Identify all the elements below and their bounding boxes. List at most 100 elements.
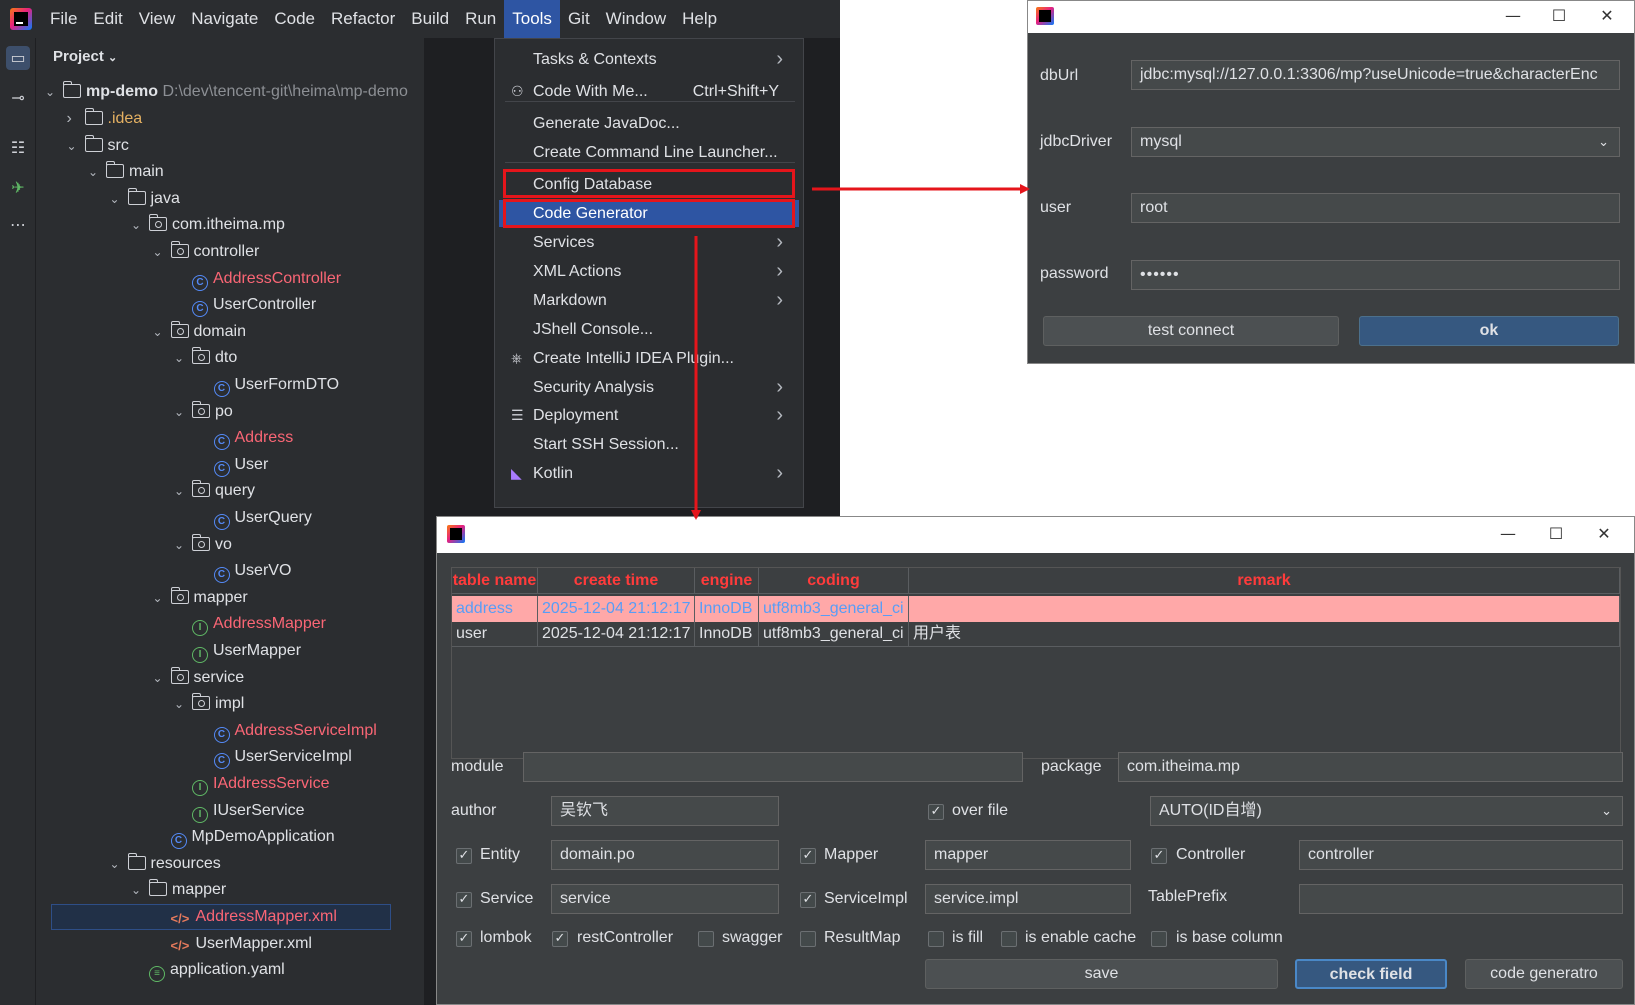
cell-create-time[interactable]: 2025-12-04 21:12:17 bbox=[538, 621, 695, 647]
tree-item[interactable]: ⌄ com.itheima.mp bbox=[131, 211, 285, 238]
column-header-remark[interactable]: remark bbox=[909, 568, 1620, 594]
minimize-icon[interactable]: — bbox=[1485, 519, 1531, 551]
chevron-down-icon[interactable]: ⌄ bbox=[153, 585, 171, 612]
tools-menu-item[interactable]: Markdown › bbox=[499, 287, 799, 314]
tree-item[interactable]: C AddressServiceImpl bbox=[196, 717, 377, 744]
chevron-down-icon[interactable]: ⌄ bbox=[174, 478, 192, 505]
cell-coding[interactable]: utf8mb3_general_ci bbox=[759, 621, 909, 647]
tree-item[interactable]: I AddressMapper bbox=[174, 610, 326, 637]
tools-menu-item[interactable]: XML Actions › bbox=[499, 258, 799, 285]
cell-create-time[interactable]: 2025-12-04 21:12:17 bbox=[538, 596, 695, 622]
service-input[interactable]: service bbox=[551, 884, 779, 914]
maximize-icon[interactable]: ☐ bbox=[1533, 519, 1579, 551]
maximize-icon[interactable]: ☐ bbox=[1536, 1, 1582, 33]
menu-refactor[interactable]: Refactor bbox=[323, 0, 403, 38]
mapper-input[interactable]: mapper bbox=[925, 840, 1131, 870]
ok-button[interactable]: ok bbox=[1359, 316, 1619, 346]
tree-item[interactable]: </> AddressMapper.xml bbox=[153, 903, 337, 930]
entity-input[interactable]: domain.po bbox=[551, 840, 779, 870]
cell-table-name[interactable]: address bbox=[452, 596, 538, 622]
chevron-right-icon[interactable]: › bbox=[67, 105, 85, 132]
code-generate-button[interactable]: code generatro bbox=[1465, 959, 1623, 989]
cell-engine[interactable]: InnoDB bbox=[695, 621, 759, 647]
tree-item[interactable]: ⌄ query bbox=[174, 477, 255, 504]
tree-item[interactable]: C User bbox=[196, 451, 268, 478]
check-field-button[interactable]: check field bbox=[1295, 959, 1447, 989]
controller-checkbox[interactable]: ✓ bbox=[1151, 848, 1167, 864]
chevron-down-icon[interactable]: ⌄ bbox=[153, 665, 171, 692]
tree-item[interactable]: C UserController bbox=[174, 291, 316, 318]
chevron-down-icon[interactable]: ⌄ bbox=[45, 79, 63, 106]
menu-help[interactable]: Help bbox=[674, 0, 725, 38]
tree-item[interactable]: ⌄ resources bbox=[110, 850, 221, 877]
tools-menu-item[interactable]: Generate JavaDoc... bbox=[499, 110, 799, 137]
swagger-checkbox[interactable] bbox=[698, 931, 714, 947]
tree-item[interactable]: C AddressController bbox=[174, 265, 341, 292]
controller-input[interactable]: controller bbox=[1299, 840, 1623, 870]
tree-item[interactable]: I UserMapper bbox=[174, 637, 301, 664]
cell-remark[interactable] bbox=[909, 596, 1620, 622]
driver-select[interactable]: mysql ⌄ bbox=[1131, 127, 1620, 157]
tree-item[interactable]: ⌄ src bbox=[67, 132, 129, 159]
password-input[interactable]: •••••• bbox=[1131, 260, 1620, 290]
chevron-down-icon[interactable]: ⌄ bbox=[153, 319, 171, 346]
tree-item[interactable]: I IAddressService bbox=[174, 770, 330, 797]
tools-menu-item[interactable]: Start SSH Session... bbox=[499, 431, 799, 458]
tree-item[interactable]: ⌄ service bbox=[153, 664, 244, 692]
user-input[interactable]: root bbox=[1131, 193, 1620, 223]
intellij-logo-icon[interactable] bbox=[10, 8, 32, 30]
more-icon[interactable]: ⋯ bbox=[6, 213, 30, 237]
serviceimpl-checkbox[interactable]: ✓ bbox=[800, 892, 816, 908]
tools-menu-item[interactable]: JShell Console... bbox=[499, 316, 799, 343]
menu-build[interactable]: Build bbox=[403, 0, 457, 38]
tree-item[interactable]: C MpDemoApplication bbox=[153, 823, 335, 850]
tree-item[interactable]: C Address bbox=[196, 424, 293, 451]
project-folder-icon[interactable]: ▭ bbox=[6, 46, 30, 70]
dburl-input[interactable]: jdbc:mysql://127.0.0.1:3306/mp?useUnicod… bbox=[1131, 60, 1620, 90]
menu-edit[interactable]: Edit bbox=[85, 0, 130, 38]
tree-item[interactable]: ⌄ impl bbox=[174, 690, 244, 717]
test-connect-button[interactable]: test connect bbox=[1043, 316, 1339, 346]
menu-navigate[interactable]: Navigate bbox=[183, 0, 266, 38]
module-input[interactable] bbox=[523, 752, 1023, 782]
cell-coding[interactable]: utf8mb3_general_ci bbox=[759, 596, 909, 622]
tools-menu-item[interactable]: Security Analysis › bbox=[499, 374, 799, 401]
chevron-down-icon[interactable]: ⌄ bbox=[131, 877, 149, 904]
cache-checkbox[interactable] bbox=[1001, 931, 1017, 947]
chevron-down-icon[interactable]: ⌄ bbox=[174, 399, 192, 426]
menu-view[interactable]: View bbox=[131, 0, 184, 38]
tools-menu-item[interactable]: ◣ Kotlin › bbox=[499, 460, 799, 487]
chevron-down-icon[interactable]: ⌄ bbox=[88, 159, 106, 186]
tools-menu-item[interactable]: Services › bbox=[499, 229, 799, 256]
tree-item[interactable]: ⌄ domain bbox=[153, 318, 246, 345]
menu-window[interactable]: Window bbox=[598, 0, 674, 38]
minimize-icon[interactable]: — bbox=[1490, 1, 1536, 33]
chevron-down-icon[interactable]: ⌄ bbox=[67, 133, 85, 160]
menu-git[interactable]: Git bbox=[560, 0, 598, 38]
isfill-checkbox[interactable] bbox=[928, 931, 944, 947]
structure-icon[interactable]: ☷ bbox=[6, 136, 30, 160]
chevron-down-icon[interactable]: ⌄ bbox=[110, 851, 128, 878]
column-header-coding[interactable]: coding bbox=[759, 568, 909, 594]
resultmap-checkbox[interactable] bbox=[800, 931, 816, 947]
tree-item[interactable]: </> UserMapper.xml bbox=[153, 930, 312, 957]
tools-menu-item[interactable]: Tasks & Contexts › bbox=[499, 46, 799, 73]
tree-item[interactable]: C UserVO bbox=[196, 557, 291, 584]
chevron-down-icon[interactable]: ⌄ bbox=[110, 186, 128, 213]
commit-icon[interactable]: ⊸ bbox=[6, 86, 30, 110]
author-input[interactable]: 吴钦飞 bbox=[551, 796, 779, 826]
menu-code[interactable]: Code bbox=[266, 0, 323, 38]
mapper-checkbox[interactable]: ✓ bbox=[800, 848, 816, 864]
chevron-down-icon[interactable]: ⌄ bbox=[131, 212, 149, 239]
tree-item[interactable]: I IUserService bbox=[174, 797, 305, 824]
tree-item[interactable]: C UserServiceImpl bbox=[196, 743, 352, 770]
chevron-down-icon[interactable]: ⌄ bbox=[174, 691, 192, 718]
chevron-down-icon[interactable]: ⌄ bbox=[153, 239, 171, 266]
tree-item[interactable]: ⌄ controller bbox=[153, 238, 259, 266]
tree-item[interactable]: C UserQuery bbox=[196, 504, 312, 531]
menu-tools[interactable]: Tools bbox=[504, 0, 560, 38]
chevron-down-icon[interactable]: ⌄ bbox=[174, 532, 192, 559]
chevron-down-icon[interactable]: ⌄ bbox=[174, 345, 192, 372]
save-button[interactable]: save bbox=[925, 959, 1278, 989]
tools-menu-item[interactable]: ☰ Deployment › bbox=[499, 402, 799, 429]
